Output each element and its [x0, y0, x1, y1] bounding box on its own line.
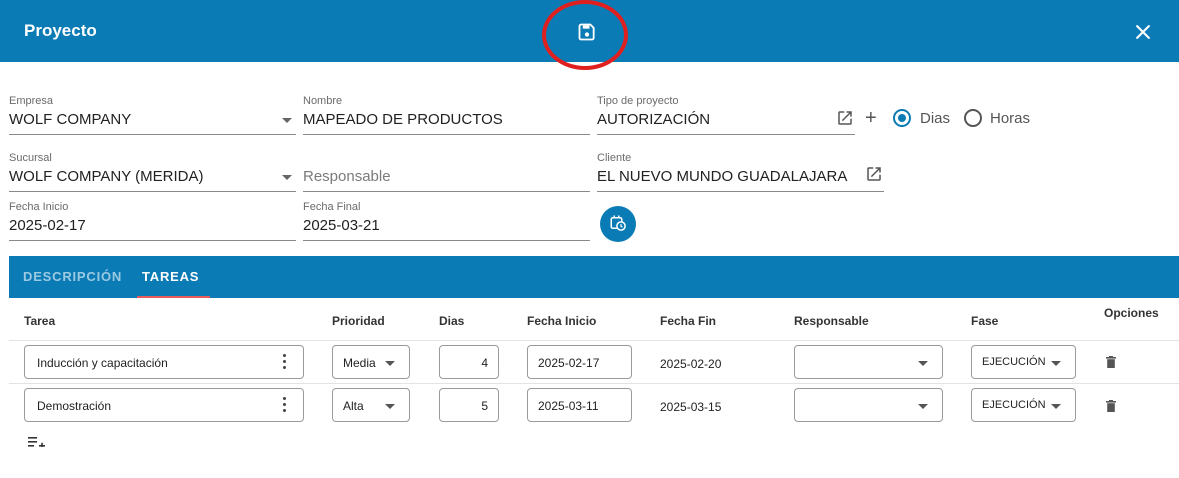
chevron-down-icon	[918, 361, 928, 366]
chevron-down-icon	[1051, 404, 1061, 409]
dias-input[interactable]: 5	[439, 388, 499, 422]
trash-icon[interactable]	[1106, 400, 1116, 412]
dialog-title: Proyecto	[24, 21, 97, 40]
tab-tareas[interactable]: TAREAS	[142, 256, 199, 298]
divider	[9, 383, 1179, 384]
fecha-inicio-cell: 2025-02-17	[538, 356, 600, 370]
close-icon[interactable]	[1133, 22, 1153, 42]
responsable-select[interactable]	[794, 345, 943, 379]
fecha-final-label: Fecha Final	[303, 201, 361, 213]
col-header-fecha-fin: Fecha Fin	[660, 314, 717, 328]
active-tab-indicator	[137, 296, 210, 298]
tarea-value: Inducción y capacitación	[37, 356, 168, 370]
dias-input[interactable]: 4	[439, 345, 499, 379]
fecha-inicio-input[interactable]: 2025-02-17	[527, 345, 632, 379]
chevron-down-icon	[282, 175, 292, 180]
fecha-fin-cell: 2025-02-20	[660, 357, 722, 371]
radio-dias[interactable]	[893, 109, 911, 127]
dialog-header: Proyecto	[0, 0, 1179, 62]
fecha-inicio-label: Fecha Inicio	[9, 201, 69, 213]
chevron-down-icon	[1051, 361, 1061, 366]
calendar-button[interactable]	[600, 206, 636, 242]
chevron-down-icon	[385, 361, 395, 366]
radio-horas-label: Horas	[990, 110, 1031, 127]
fecha-inicio-input[interactable]: 2025-03-11	[527, 388, 632, 422]
chevron-down-icon	[385, 404, 395, 409]
responsable-placeholder: Responsable	[303, 168, 391, 185]
trash-icon[interactable]	[1106, 356, 1116, 368]
empresa-label: Empresa	[9, 95, 54, 107]
divider	[9, 340, 1179, 341]
more-vert-icon[interactable]	[283, 354, 287, 372]
fecha-fin-cell: 2025-03-15	[660, 400, 722, 414]
responsable-select[interactable]	[794, 388, 943, 422]
prioridad-value: Media	[343, 356, 376, 370]
prioridad-select[interactable]: Media	[332, 345, 410, 379]
col-header-dias: Dias	[439, 314, 465, 328]
tipo-proyecto-label: Tipo de proyecto	[597, 95, 679, 107]
nombre-label: Nombre	[303, 95, 343, 107]
sucursal-label: Sucursal	[9, 152, 52, 164]
save-icon[interactable]	[577, 22, 597, 42]
responsable-field[interactable]: Responsable	[303, 152, 590, 192]
fecha-final-value: 2025-03-21	[303, 217, 380, 234]
dias-value: 5	[481, 399, 488, 413]
col-header-fase: Fase	[971, 314, 999, 328]
col-header-tarea: Tarea	[24, 314, 56, 328]
col-header-fecha-inicio: Fecha Inicio	[527, 314, 597, 328]
chevron-down-icon	[918, 404, 928, 409]
cliente-value: EL NUEVO MUNDO GUADALAJARA	[597, 168, 848, 185]
fase-value: EJECUCIÓN	[982, 399, 1046, 411]
fase-select[interactable]: EJECUCIÓN	[971, 388, 1076, 422]
tarea-input[interactable]: Inducción y capacitación	[24, 345, 304, 379]
col-header-responsable: Responsable	[794, 314, 869, 328]
fecha-inicio-cell: 2025-03-11	[538, 399, 599, 413]
tarea-input[interactable]: Demostración	[24, 388, 304, 422]
dias-value: 4	[481, 356, 488, 370]
empresa-select[interactable]: Empresa WOLF COMPANY	[9, 95, 296, 135]
fase-select[interactable]: EJECUCIÓN	[971, 345, 1076, 379]
tarea-value: Demostración	[37, 399, 112, 413]
prioridad-select[interactable]: Alta	[332, 388, 410, 422]
radio-horas[interactable]	[964, 109, 982, 127]
cliente-label: Cliente	[597, 152, 632, 164]
cliente-field[interactable]: Cliente EL NUEVO MUNDO GUADALAJARA	[597, 152, 884, 192]
playlist-add-icon[interactable]	[28, 435, 46, 447]
open-in-new-icon[interactable]	[865, 165, 883, 183]
open-in-new-icon[interactable]	[836, 109, 854, 127]
tipo-proyecto-value: AUTORIZACIÓN	[597, 111, 711, 128]
calendar-clock-icon	[610, 215, 626, 231]
fase-value: EJECUCIÓN	[982, 356, 1046, 368]
tab-bar: DESCRIPCIÓN TAREAS	[9, 256, 1179, 298]
empresa-value: WOLF COMPANY	[9, 111, 132, 128]
fecha-inicio-field[interactable]: Fecha Inicio 2025-02-17	[9, 201, 296, 241]
plus-icon[interactable]: +	[865, 108, 877, 128]
tipo-proyecto-field[interactable]: Tipo de proyecto AUTORIZACIÓN	[597, 95, 855, 135]
chevron-down-icon	[282, 118, 292, 123]
sucursal-select[interactable]: Sucursal WOLF COMPANY (MERIDA)	[9, 152, 296, 192]
fecha-final-field[interactable]: Fecha Final 2025-03-21	[303, 201, 590, 241]
radio-dias-label: Dias	[920, 110, 951, 127]
col-header-prioridad: Prioridad	[332, 314, 385, 328]
prioridad-value: Alta	[343, 399, 364, 413]
nombre-value: MAPEADO DE PRODUCTOS	[303, 111, 503, 128]
col-header-opciones: Opciones	[1104, 306, 1159, 320]
nombre-field[interactable]: Nombre MAPEADO DE PRODUCTOS	[303, 95, 590, 135]
sucursal-value: WOLF COMPANY (MERIDA)	[9, 168, 204, 185]
tab-descripcion[interactable]: DESCRIPCIÓN	[23, 256, 122, 298]
fecha-inicio-value: 2025-02-17	[9, 217, 86, 234]
more-vert-icon[interactable]	[283, 397, 287, 415]
